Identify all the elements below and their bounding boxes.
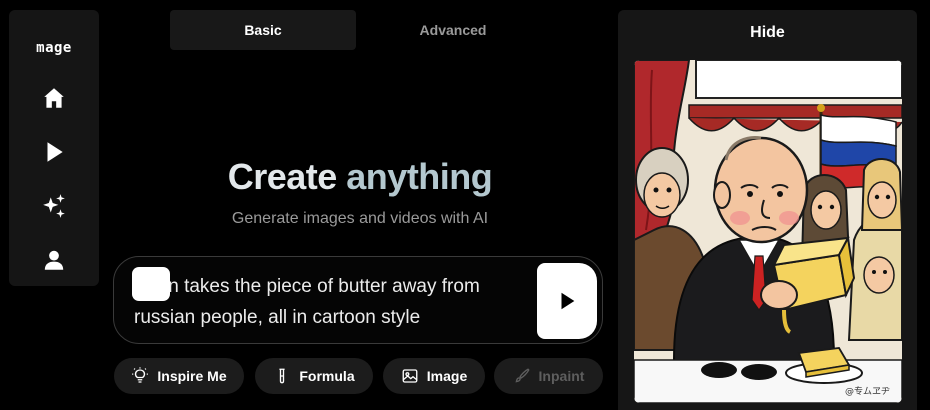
formula-label: Formula bbox=[299, 368, 355, 384]
sparkles-icon bbox=[43, 194, 65, 218]
sidebar-item-profile[interactable] bbox=[34, 240, 74, 280]
page-title: Create anything bbox=[110, 156, 610, 198]
sidebar: mage bbox=[9, 10, 99, 286]
title-word-anything: anything bbox=[346, 156, 493, 197]
user-icon bbox=[44, 250, 64, 270]
image-icon bbox=[402, 369, 418, 383]
cartoon-illustration bbox=[634, 60, 902, 403]
app-logo[interactable]: mage bbox=[9, 40, 99, 56]
image-button[interactable]: Image bbox=[383, 358, 485, 394]
inpaint-label: Inpaint bbox=[538, 368, 585, 384]
preview-panel: Hide @专ムヱヂ bbox=[618, 10, 917, 410]
page-subtitle: Generate images and videos with AI bbox=[231, 210, 489, 227]
inspire-me-label: Inspire Me bbox=[157, 368, 227, 384]
inpaint-button[interactable]: Inpaint bbox=[494, 358, 603, 394]
redaction-block bbox=[132, 267, 170, 301]
lightbulb-icon bbox=[132, 367, 149, 383]
formula-button[interactable]: Formula bbox=[255, 358, 373, 394]
brush-icon bbox=[515, 368, 530, 383]
title-word-create: Create bbox=[227, 156, 338, 197]
sidebar-item-sparkles[interactable] bbox=[34, 186, 74, 226]
play-icon bbox=[561, 292, 575, 310]
hide-button[interactable]: Hide bbox=[618, 24, 917, 42]
prompt-text[interactable]: in takes the piece of butter away from r… bbox=[134, 271, 524, 333]
sidebar-item-home[interactable] bbox=[34, 78, 74, 118]
test-tube-icon bbox=[279, 368, 285, 384]
inspire-me-button[interactable]: Inspire Me bbox=[114, 358, 244, 394]
mode-tabs: Basic Advanced bbox=[170, 10, 552, 50]
generated-image[interactable]: @专ムヱヂ bbox=[634, 60, 902, 403]
play-icon bbox=[47, 142, 63, 162]
prompt-value: in takes the piece of butter away from r… bbox=[134, 276, 480, 328]
image-label: Image bbox=[426, 368, 468, 384]
image-signature: @专ムヱヂ bbox=[844, 387, 890, 397]
generate-button[interactable] bbox=[537, 263, 597, 339]
tab-advanced[interactable]: Advanced bbox=[360, 10, 546, 50]
home-icon bbox=[44, 88, 64, 108]
tab-basic[interactable]: Basic bbox=[170, 10, 356, 50]
prompt-input[interactable]: in takes the piece of butter away from r… bbox=[113, 256, 603, 344]
sidebar-item-play[interactable] bbox=[34, 132, 74, 172]
